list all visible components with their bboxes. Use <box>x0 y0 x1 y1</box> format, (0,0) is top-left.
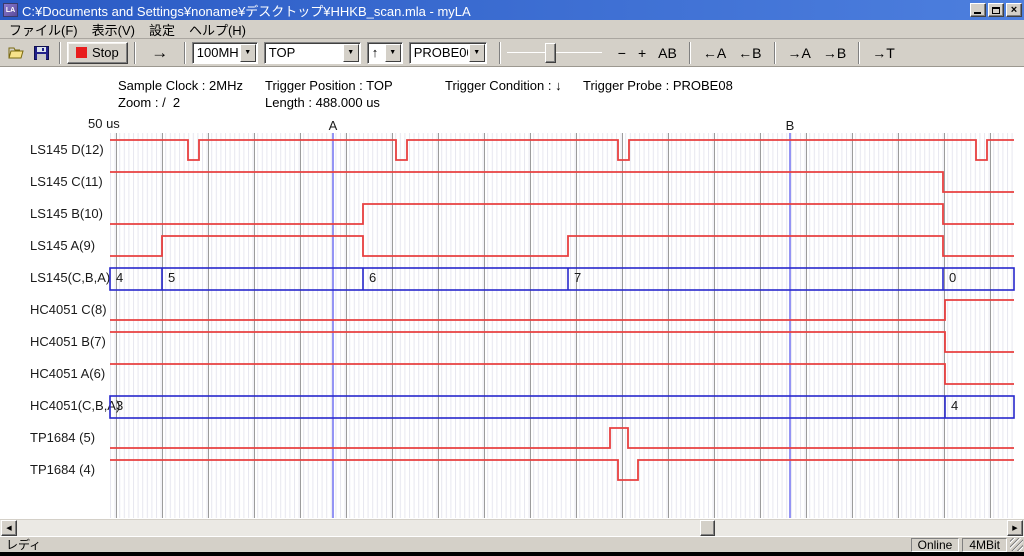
trigger-position-value: TOP <box>265 45 342 60</box>
maximize-icon <box>992 7 1000 14</box>
trigger-edge-value: ↑ <box>368 45 384 60</box>
horizontal-scrollbar[interactable]: ◀ ▶ <box>0 519 1024 536</box>
zoom-slider-thumb[interactable] <box>545 43 556 63</box>
goto-marker-b-button[interactable]: →B <box>817 42 852 64</box>
channel-label: HC4051 C(8) <box>30 302 107 317</box>
channel-label: LS145(C,B,A) <box>30 270 110 285</box>
set-marker-a-button[interactable]: ←A <box>697 42 732 64</box>
title-bar: LA C:¥Documents and Settings¥noname¥デスクト… <box>0 0 1024 20</box>
zoom-info: Zoom : / 2 <box>118 95 180 110</box>
chevron-down-icon[interactable]: ▼ <box>469 44 485 62</box>
length-info: Length : 488.000 us <box>265 95 380 110</box>
chevron-down-icon[interactable]: ▼ <box>343 44 359 62</box>
trigger-condition-info: Trigger Condition : ↓ <box>445 78 562 93</box>
channel-label: LS145 D(12) <box>30 142 104 157</box>
status-message: レディ <box>6 536 911 553</box>
goto-trigger-button[interactable]: →T <box>866 42 901 64</box>
scrollbar-thumb[interactable] <box>700 520 715 536</box>
online-status-badge: Online <box>911 538 960 552</box>
resize-grip[interactable] <box>1010 538 1023 551</box>
zoom-slider[interactable] <box>507 42 602 64</box>
scroll-left-button[interactable]: ◀ <box>1 520 17 536</box>
menu-settings[interactable]: 設定 <box>142 19 182 40</box>
stop-icon <box>76 47 87 58</box>
trigger-position-info: Trigger Position : TOP <box>265 78 393 93</box>
bus-value: 5 <box>168 270 175 285</box>
channel-label: TP1684 (4) <box>30 462 95 477</box>
trigger-probe-select[interactable]: PROBE00 ▼ <box>409 42 487 64</box>
time-scale-label: 50 us <box>88 116 120 131</box>
waveform-panel: Sample Clock : 2MHz Trigger Position : T… <box>0 67 1024 519</box>
status-bar: レディ Online 4MBit <box>0 536 1024 552</box>
minimize-icon <box>974 12 981 14</box>
memory-status-badge: 4MBit <box>962 538 1007 552</box>
bus-value: 0 <box>949 270 956 285</box>
open-folder-icon <box>8 46 26 60</box>
waveform-plot[interactable]: 50 us A B LS145 D(12) LS145 C(11) LS145 B(10)… <box>0 112 1024 519</box>
menu-view[interactable]: 表示(V) <box>85 19 142 40</box>
zoom-out-button[interactable]: − <box>612 42 632 64</box>
toolbar-separator <box>499 42 501 64</box>
menu-file[interactable]: ファイル(F) <box>2 19 85 40</box>
close-button[interactable]: × <box>1006 3 1022 17</box>
toolbar-separator <box>134 42 136 64</box>
chevron-down-icon[interactable]: ▼ <box>385 44 401 62</box>
bus-value: 4 <box>951 398 958 413</box>
window-title: C:¥Documents and Settings¥noname¥デスクトップ¥… <box>22 1 968 20</box>
toolbar-separator <box>59 42 61 64</box>
toolbar-separator <box>858 42 860 64</box>
maximize-button[interactable] <box>988 3 1004 17</box>
channel-label: LS145 A(9) <box>30 238 95 253</box>
set-marker-b-button[interactable]: ←B <box>732 42 767 64</box>
sample-clock-value: 100MHz <box>193 45 239 60</box>
bus-value: 4 <box>116 270 123 285</box>
save-file-button[interactable] <box>29 42 53 64</box>
close-icon: × <box>1011 5 1017 15</box>
stop-button[interactable]: Stop <box>67 42 128 64</box>
toolbar: Stop → 100MHz ▼ TOP ▼ ↑ ▼ PROBE00 ▼ − + … <box>0 39 1024 67</box>
sample-clock-info: Sample Clock : 2MHz <box>118 78 243 93</box>
toolbar-separator <box>689 42 691 64</box>
channel-label: HC4051 A(6) <box>30 366 105 381</box>
save-floppy-icon <box>34 46 49 60</box>
menu-bar: ファイル(F) 表示(V) 設定 ヘルプ(H) <box>0 20 1024 39</box>
bus-value: 6 <box>369 270 376 285</box>
chevron-down-icon[interactable]: ▼ <box>240 44 256 62</box>
goto-marker-a-button[interactable]: →A <box>782 42 817 64</box>
sample-clock-select[interactable]: 100MHz ▼ <box>192 42 258 64</box>
toolbar-separator <box>774 42 776 64</box>
trigger-probe-value: PROBE00 <box>410 45 468 60</box>
stop-label: Stop <box>92 45 119 60</box>
channel-label: LS145 C(11) <box>30 174 103 189</box>
channel-label: HC4051 B(7) <box>30 334 106 349</box>
app-window: LA C:¥Documents and Settings¥noname¥デスクト… <box>0 0 1024 552</box>
channel-label: LS145 B(10) <box>30 206 103 221</box>
run-button[interactable]: → <box>142 42 178 64</box>
trigger-probe-info: Trigger Probe : PROBE08 <box>583 78 733 93</box>
open-file-button[interactable] <box>5 42 29 64</box>
app-icon: LA <box>3 3 18 17</box>
zoom-in-button[interactable]: + <box>632 42 652 64</box>
marker-b-label: B <box>786 118 795 133</box>
channel-label: HC4051(C,B,A) <box>30 398 120 413</box>
menu-help[interactable]: ヘルプ(H) <box>182 19 253 40</box>
trigger-position-select[interactable]: TOP ▼ <box>264 42 361 64</box>
minimize-button[interactable] <box>970 3 986 17</box>
channel-label: TP1684 (5) <box>30 430 95 445</box>
trigger-edge-select[interactable]: ↑ ▼ <box>367 42 403 64</box>
ab-span-button[interactable]: AB <box>652 42 683 64</box>
bus-value: 3 <box>116 398 123 413</box>
toolbar-separator <box>184 42 186 64</box>
marker-a-label: A <box>329 118 338 133</box>
bus-value: 7 <box>574 270 581 285</box>
scroll-right-button[interactable]: ▶ <box>1007 520 1023 536</box>
